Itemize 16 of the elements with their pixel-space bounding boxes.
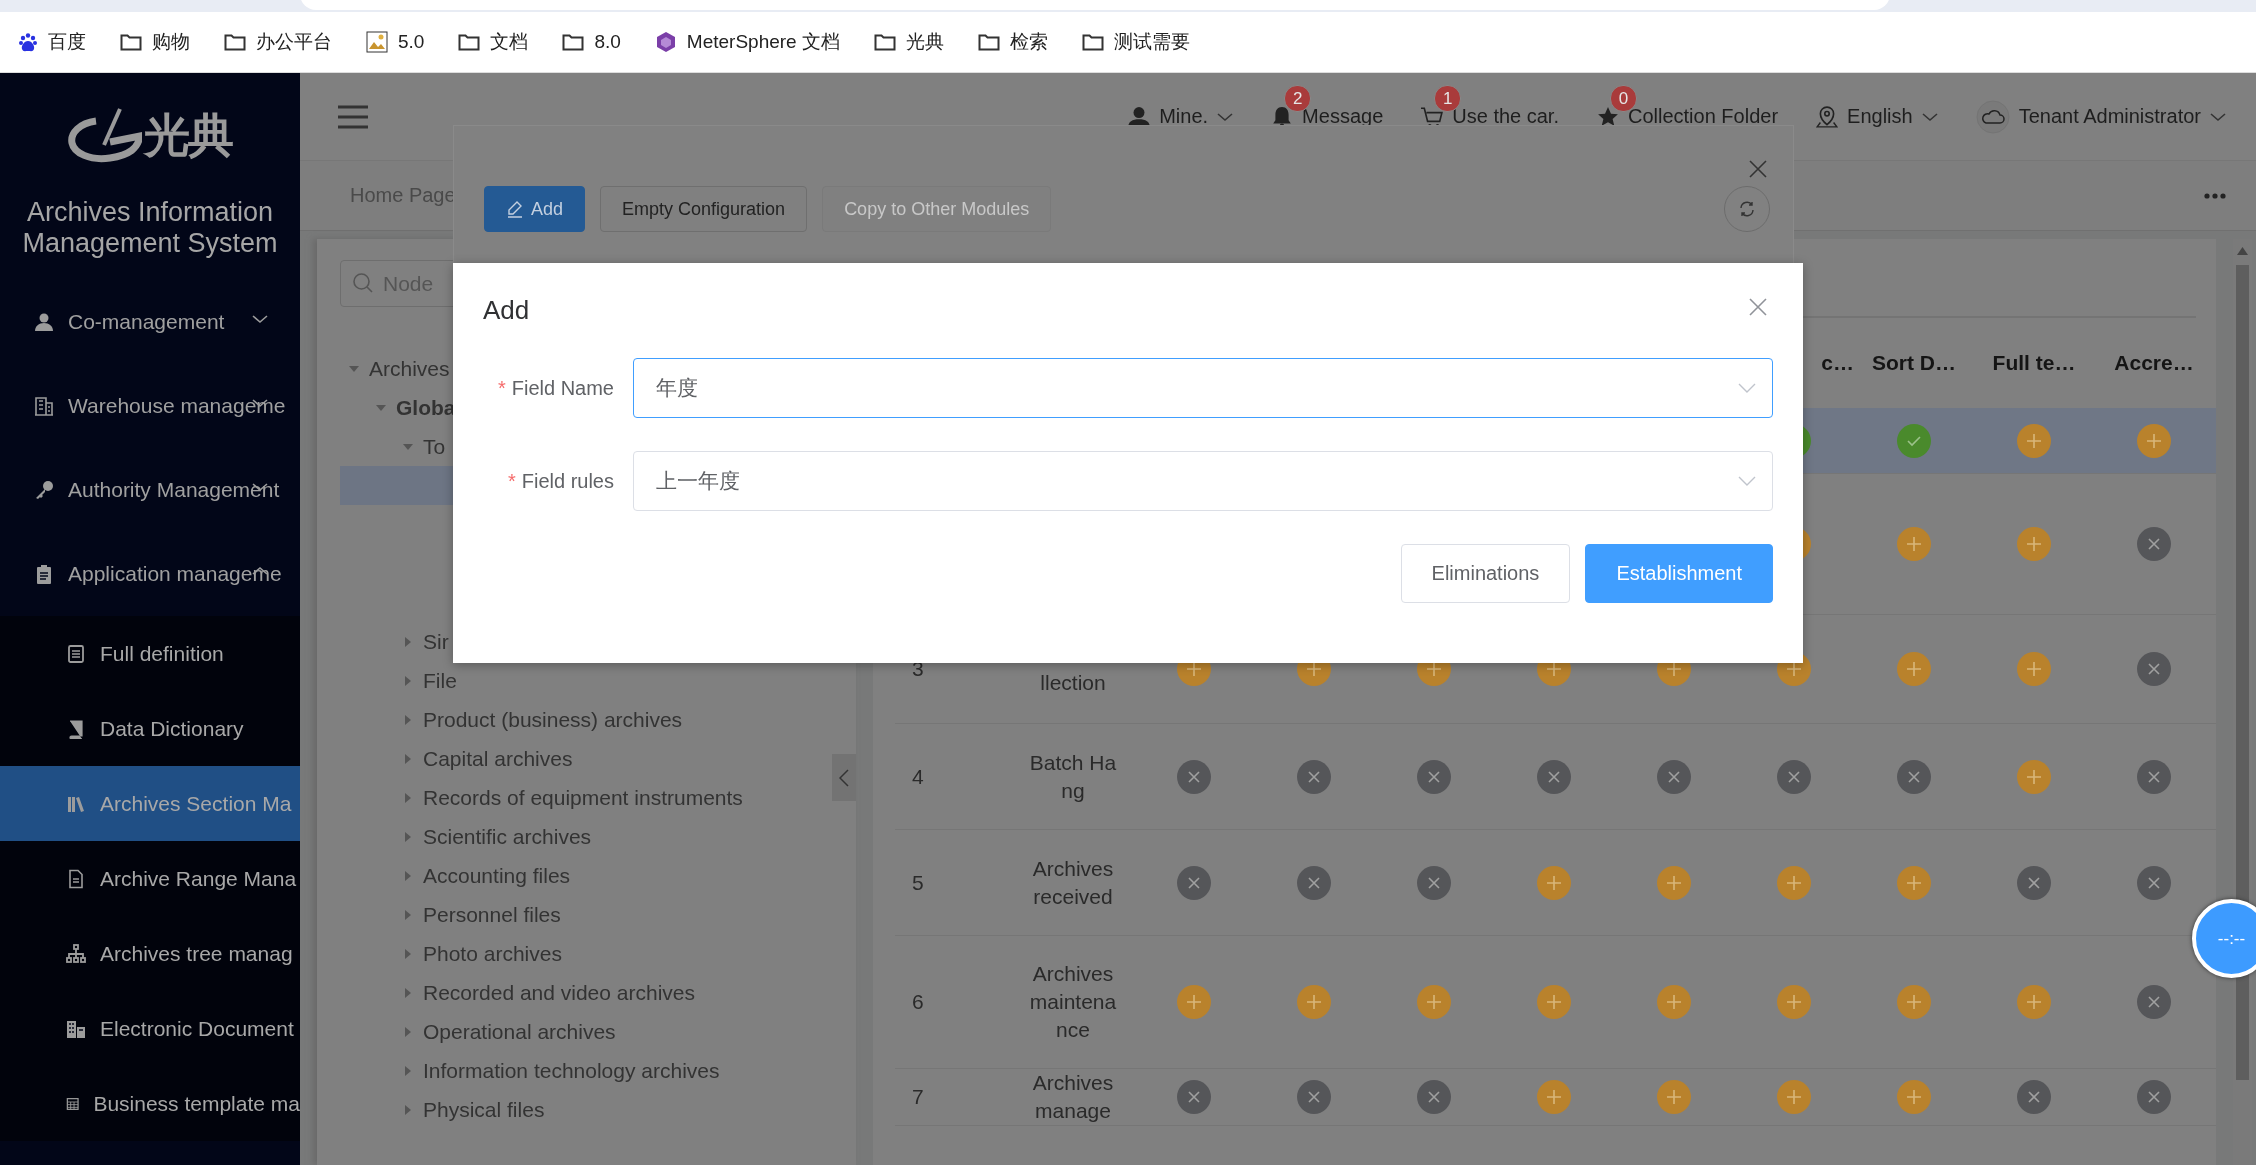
logo-text: 光典 [144,107,232,164]
field-label: Field rules [521,469,614,493]
dialog-title: Add [483,294,530,327]
row-number: 4 [912,764,924,789]
system-title: Archives Information Management System [21,196,279,260]
table-cell-text: Archives received [1031,855,1115,910]
table-cell-text: Archives manage [1031,1070,1115,1124]
table-cell-text: llection [1039,670,1107,696]
row-number: 7 [912,1085,924,1109]
required-mark: * [507,469,516,493]
table-cell-text: Archives maintenance [1028,961,1118,1043]
required-mark: * [497,376,506,400]
field-label: Field Name [511,376,614,400]
row-number: 5 [912,870,924,895]
row-number: 6 [912,990,924,1014]
table-cell-text: Batch Hang [1028,749,1118,804]
